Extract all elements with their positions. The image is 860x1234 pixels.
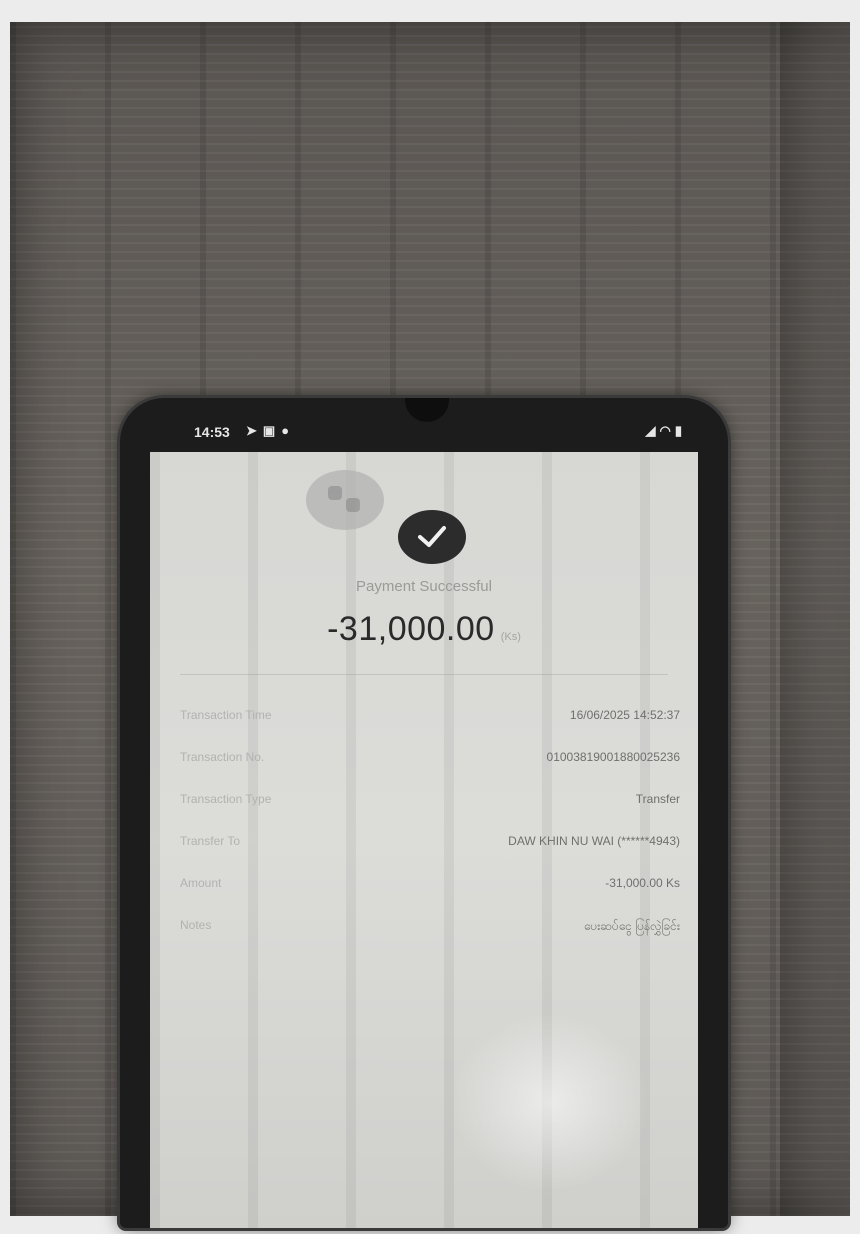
wifi-icon: ◠ — [659, 423, 675, 438]
detail-label: Notes — [180, 918, 212, 932]
location-icon: ➤ — [246, 423, 263, 438]
bank-logo-icon — [306, 470, 384, 530]
detail-value: Transfer — [635, 792, 680, 806]
message-icon: ▣ — [262, 423, 282, 438]
detail-label: Transfer To — [180, 834, 241, 848]
amount-value: -31,000.00 — [327, 610, 495, 648]
detail-row-amount: Amount -31,000.00 Ks — [180, 876, 680, 918]
detail-row-transaction-time: Transaction Time 16/06/2025 14:52:37 — [180, 708, 680, 750]
detail-value: 16/06/2025 14:52:37 — [569, 708, 680, 722]
detail-label: Transaction Type — [180, 792, 272, 806]
payment-status-title: Payment Successful — [356, 578, 492, 595]
detail-value: 01003819001880025236 — [546, 750, 680, 764]
success-check-icon — [398, 510, 466, 564]
transaction-details: Transaction Time 16/06/2025 14:52:37 Tra… — [180, 708, 680, 960]
detail-row-transaction-type: Transaction Type Transfer — [180, 792, 680, 834]
detail-label: Transaction No. — [180, 750, 265, 764]
detail-value: ပေးဆပ်ငွေ ပြန်လွှဲခြင်း — [583, 919, 680, 933]
detail-row-notes: Notes ပေးဆပ်ငွေ ပြန်လွှဲခြင်း — [180, 918, 680, 960]
status-bar: 14:53 ➤▣● ◢◠▮ — [150, 416, 698, 448]
phone-device: 14:53 ➤▣● ◢◠▮ Payment Successful -31,000… — [120, 398, 728, 1228]
battery-icon: ▮ — [674, 423, 686, 438]
amount-display: -31,000.00 (Ks) — [150, 610, 698, 649]
detail-label: Transaction Time — [180, 708, 272, 722]
notification-icon: ● — [281, 423, 296, 438]
detail-row-transaction-no: Transaction No. 01003819001880025236 — [180, 750, 680, 792]
detail-label: Amount — [180, 876, 222, 890]
detail-value: DAW KHIN NU WAI (******4943) — [508, 834, 680, 848]
paper-fold-shadow — [780, 22, 850, 1216]
detail-row-transfer-to: Transfer To DAW KHIN NU WAI (******4943) — [180, 834, 680, 876]
amount-currency: (Ks) — [500, 631, 521, 643]
payment-receipt-screen: Payment Successful -31,000.00 (Ks) Transa… — [150, 452, 698, 1228]
status-left-icons: ➤▣● — [246, 423, 295, 439]
section-divider — [180, 674, 668, 675]
camera-glare — [450, 1012, 650, 1192]
detail-value: -31,000.00 Ks — [605, 876, 680, 890]
status-right-icons: ◢◠▮ — [646, 423, 687, 439]
signal-icon: ◢ — [645, 423, 660, 438]
status-time: 14:53 — [194, 424, 230, 440]
